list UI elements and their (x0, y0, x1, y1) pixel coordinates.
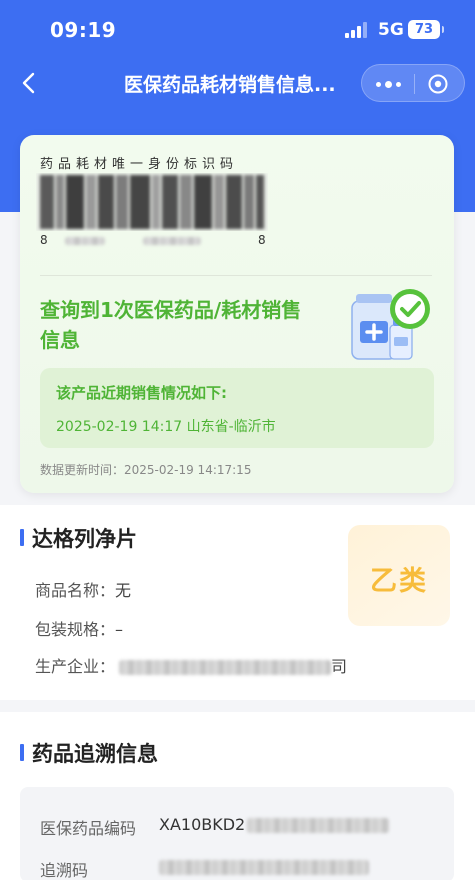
result-card: 药品耗材唯一身份标识码 8 8 查询到1次医保药品/耗材销售信息 该产品近期销售… (20, 135, 454, 493)
field-label: 生产企业： (35, 657, 116, 676)
sales-heading: 该产品近期销售情况如下: (56, 384, 227, 402)
sales-record: 2025-02-19 14:17 山东省-临沂市 (56, 419, 276, 435)
chevron-left-icon (22, 72, 35, 94)
more-button[interactable] (374, 73, 404, 95)
battery-level: 73 (414, 22, 434, 37)
medicine-check-icon (351, 289, 430, 360)
code-redacted (247, 818, 390, 833)
field-value: 无 (115, 581, 132, 600)
field-package-spec: 包装规格：– (35, 616, 123, 640)
barcode-image (36, 173, 268, 231)
trace-row-code: 医保药品编码 XA10BKD2 (40, 815, 390, 839)
trace-label: 医保药品编码 (40, 819, 137, 838)
close-miniprogram-button[interactable] (427, 73, 449, 95)
status-time: 09:19 (50, 18, 117, 42)
card-divider (40, 275, 432, 276)
update-time: 数据更新时间：2025-02-19 14:17:15 (40, 463, 252, 477)
trace-row-trace-code: 追溯码 (40, 857, 369, 880)
page-title: 医保药品耗材销售信息... (124, 74, 336, 96)
status-bar: 09:19 5G 73 (0, 0, 475, 58)
product-name: 达格列净片 (32, 527, 137, 551)
trace-code-redacted (159, 860, 369, 875)
back-button[interactable] (14, 66, 48, 100)
query-result-text: 查询到1次医保药品/耗材销售信息 (40, 298, 302, 352)
barcode-digit-start: 8 (40, 233, 48, 247)
signal-icon (345, 22, 369, 38)
capsule-divider (414, 74, 415, 94)
more-dots-icon (396, 82, 401, 87)
more-dots-icon (385, 81, 392, 88)
section-accent-bar (20, 529, 24, 546)
field-label: 商品名称： (35, 581, 116, 600)
trace-value (159, 857, 369, 876)
trace-value-prefix: XA10BKD2 (159, 815, 246, 834)
barcode-digit-end: 8 (258, 233, 266, 247)
target-circle-icon (428, 74, 448, 94)
field-value: 司 (331, 657, 348, 676)
category-badge: 乙类 (348, 525, 450, 626)
product-section: 达格列净片 乙类 商品名称：无 包装规格：– 生产企业： 司 (0, 505, 475, 700)
trace-label: 追溯码 (40, 861, 89, 880)
network-type: 5G (378, 20, 404, 40)
barcode-digits-redacted (65, 236, 106, 245)
code-label: 药品耗材唯一身份标识码 (40, 157, 239, 172)
battery-icon: 73 (408, 20, 444, 39)
field-label: 包装规格： (35, 620, 116, 639)
field-value: – (115, 620, 124, 639)
field-trade-name: 商品名称：无 (35, 577, 131, 601)
manufacturer-redacted (119, 660, 332, 675)
category-badge-label: 乙类 (370, 566, 428, 597)
trace-value: XA10BKD2 (159, 815, 390, 834)
more-dots-icon (376, 82, 381, 87)
barcode-digits-redacted (143, 236, 202, 245)
sales-info-box: 该产品近期销售情况如下: 2025-02-19 14:17 山东省-临沂市 (40, 368, 434, 448)
barcode-digits: 8 8 (40, 233, 266, 247)
field-manufacturer: 生产企业： 司 (35, 653, 347, 677)
miniprogram-capsule (361, 64, 465, 102)
trace-section: 药品追溯信息 医保药品编码 XA10BKD2 追溯码 (0, 712, 475, 880)
trace-info-box: 医保药品编码 XA10BKD2 追溯码 (20, 787, 454, 880)
nav-bar: 医保药品耗材销售信息... (0, 58, 475, 108)
section-accent-bar (20, 744, 24, 761)
trace-title: 药品追溯信息 (32, 742, 158, 766)
